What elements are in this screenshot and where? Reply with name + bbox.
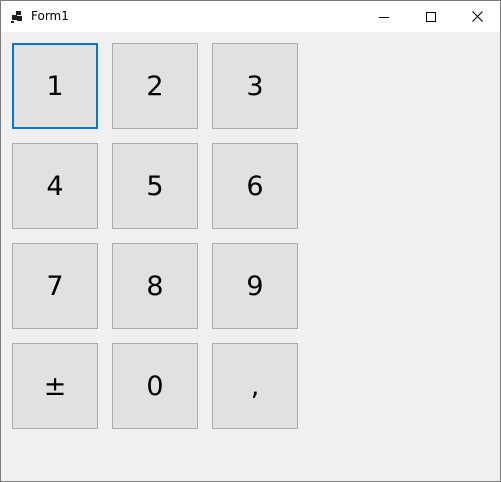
key-plus-minus[interactable]: ±: [12, 343, 98, 429]
maximize-button[interactable]: [408, 1, 454, 32]
form-window: Form1 1 2 3 4 5 6 7 8 9 ± 0 ,: [0, 0, 501, 482]
key-0[interactable]: 0: [112, 343, 198, 429]
key-3[interactable]: 3: [212, 43, 298, 129]
window-title: Form1: [31, 9, 69, 23]
key-2[interactable]: 2: [112, 43, 198, 129]
title-bar[interactable]: Form1: [1, 1, 500, 32]
key-8[interactable]: 8: [112, 243, 198, 329]
close-icon: [471, 11, 483, 22]
minimize-button[interactable]: [361, 1, 407, 32]
key-7[interactable]: 7: [12, 243, 98, 329]
close-button[interactable]: [454, 1, 500, 32]
key-9[interactable]: 9: [212, 243, 298, 329]
form-client-area: 1 2 3 4 5 6 7 8 9 ± 0 ,: [1, 32, 500, 481]
minimize-icon: [379, 12, 389, 22]
key-4[interactable]: 4: [12, 143, 98, 229]
app-icon: [10, 9, 24, 23]
maximize-icon: [426, 11, 436, 22]
key-1[interactable]: 1: [12, 43, 98, 129]
key-6[interactable]: 6: [212, 143, 298, 229]
key-decimal-comma[interactable]: ,: [212, 343, 298, 429]
key-5[interactable]: 5: [112, 143, 198, 229]
